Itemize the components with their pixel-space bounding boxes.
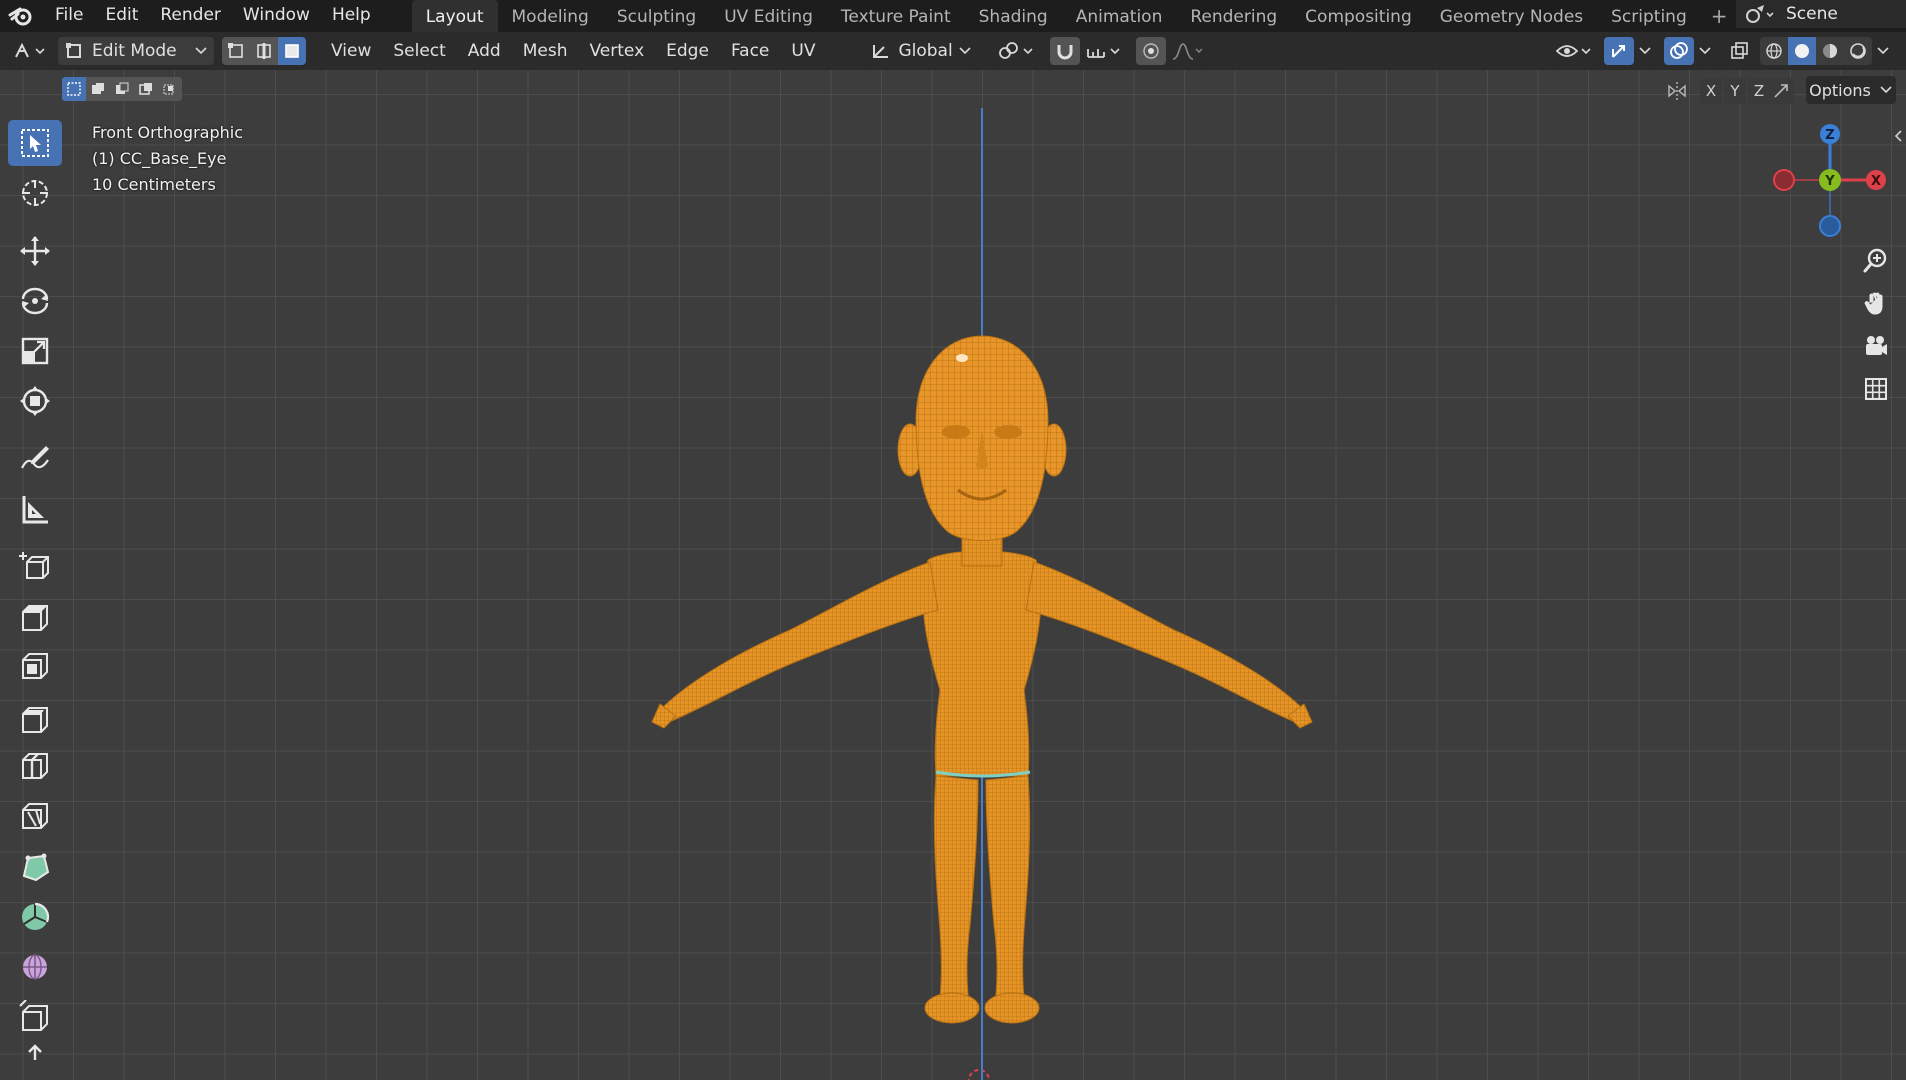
proportional-edit-icon bbox=[1143, 43, 1160, 59]
transform-orientation-dropdown[interactable]: Global bbox=[866, 37, 977, 65]
pivot-icon bbox=[999, 42, 1034, 59]
gizmo-dropdown[interactable] bbox=[1634, 37, 1656, 65]
workspace-tabs: Layout Modeling Sculpting UV Editing Tex… bbox=[411, 0, 1738, 32]
overlays-toggle[interactable] bbox=[1664, 37, 1694, 65]
face-select-icon bbox=[285, 44, 299, 58]
viewport-header: Edit Mode View Select Add Mesh Vertex Ed… bbox=[0, 32, 1906, 70]
chevron-down-icon bbox=[195, 47, 207, 55]
head-highlight bbox=[956, 354, 968, 362]
chevron-down-icon bbox=[1877, 47, 1889, 55]
vertex-select-icon bbox=[228, 43, 243, 58]
falloff-dropdown[interactable] bbox=[1168, 37, 1209, 65]
chevron-down-icon bbox=[1639, 47, 1651, 55]
shading-dropdown[interactable] bbox=[1872, 37, 1894, 65]
menu-edit[interactable]: Edit bbox=[94, 0, 149, 32]
xray-icon bbox=[1731, 42, 1748, 59]
proportional-edit-toggle[interactable] bbox=[1136, 37, 1167, 65]
shading-wireframe-button[interactable] bbox=[1760, 37, 1788, 65]
rendered-sphere-icon bbox=[1850, 43, 1866, 59]
tab-uv-editing[interactable]: UV Editing bbox=[710, 0, 827, 32]
menu-uv[interactable]: UV bbox=[780, 33, 826, 69]
right-arm bbox=[1025, 561, 1309, 725]
material-sphere-icon bbox=[1823, 44, 1837, 58]
magnet-icon bbox=[1057, 45, 1073, 60]
menu-select[interactable]: Select bbox=[382, 33, 456, 69]
tab-geometry-nodes[interactable]: Geometry Nodes bbox=[1426, 0, 1597, 32]
tab-rendering[interactable]: Rendering bbox=[1176, 0, 1291, 32]
blender-logo-icon[interactable] bbox=[8, 3, 34, 29]
tab-animation[interactable]: Animation bbox=[1062, 0, 1177, 32]
menu-help[interactable]: Help bbox=[321, 0, 382, 32]
menu-edge[interactable]: Edge bbox=[655, 33, 720, 69]
chevron-down-icon bbox=[1699, 47, 1711, 55]
mode-label: Edit Mode bbox=[92, 41, 177, 61]
menu-vertex[interactable]: Vertex bbox=[578, 33, 655, 69]
gizmo-toggle[interactable] bbox=[1604, 37, 1634, 65]
menu-view[interactable]: View bbox=[320, 33, 382, 69]
face-select-button[interactable] bbox=[278, 37, 306, 65]
overlays-icon bbox=[1670, 42, 1688, 59]
tab-shading[interactable]: Shading bbox=[965, 0, 1062, 32]
edit-mode-icon bbox=[66, 43, 81, 58]
top-menu-bar: File Edit Render Window Help Layout Mode… bbox=[0, 0, 1906, 32]
editor-type-icon bbox=[15, 42, 45, 58]
pivot-point-dropdown[interactable] bbox=[992, 37, 1041, 65]
left-eye bbox=[942, 425, 970, 439]
left-foot bbox=[924, 992, 980, 1024]
left-leg bbox=[933, 775, 979, 1013]
tab-layout[interactable]: Layout bbox=[411, 0, 498, 32]
scene-icon bbox=[1746, 5, 1774, 23]
menu-add[interactable]: Add bbox=[457, 33, 512, 69]
scene-name: Scene bbox=[1786, 4, 1838, 24]
shading-rendered-button[interactable] bbox=[1844, 37, 1872, 65]
gizmo-icon bbox=[1612, 45, 1625, 58]
edge-select-button[interactable] bbox=[250, 37, 278, 65]
menu-window[interactable]: Window bbox=[232, 0, 321, 32]
viewport-scene bbox=[651, 108, 1313, 1080]
falloff-icon bbox=[1173, 43, 1203, 60]
shading-solid-button[interactable] bbox=[1788, 37, 1816, 65]
tab-scripting[interactable]: Scripting bbox=[1597, 0, 1701, 32]
left-arm bbox=[655, 561, 939, 725]
solid-sphere-icon bbox=[1795, 44, 1809, 58]
menu-face[interactable]: Face bbox=[720, 33, 780, 69]
orientation-icon bbox=[873, 45, 889, 58]
chevron-down-icon bbox=[959, 47, 972, 55]
right-leg bbox=[985, 775, 1031, 1013]
tab-compositing[interactable]: Compositing bbox=[1291, 0, 1426, 32]
select-mode-group bbox=[222, 37, 306, 65]
right-eye bbox=[994, 425, 1022, 439]
scene-selector[interactable]: Scene bbox=[1736, 0, 1906, 28]
shading-material-button[interactable] bbox=[1816, 37, 1844, 65]
tab-modeling[interactable]: Modeling bbox=[498, 0, 603, 32]
overlays-dropdown[interactable] bbox=[1694, 37, 1716, 65]
vertex-select-button[interactable] bbox=[222, 37, 250, 65]
snap-increment-icon bbox=[1087, 48, 1121, 58]
add-workspace-button[interactable]: + bbox=[1701, 0, 1738, 32]
menu-render[interactable]: Render bbox=[149, 0, 232, 32]
edge-select-icon bbox=[257, 43, 271, 59]
wireframe-sphere-icon bbox=[1766, 43, 1782, 59]
menu-file[interactable]: File bbox=[44, 0, 94, 32]
eye-icon bbox=[1555, 45, 1591, 57]
tab-texture-paint[interactable]: Texture Paint bbox=[827, 0, 965, 32]
editor-type-button[interactable] bbox=[8, 37, 52, 65]
visibility-dropdown[interactable] bbox=[1552, 37, 1596, 65]
menu-mesh[interactable]: Mesh bbox=[512, 33, 579, 69]
snap-toggle[interactable] bbox=[1050, 37, 1081, 65]
xray-toggle[interactable] bbox=[1724, 37, 1754, 65]
tab-sculpting[interactable]: Sculpting bbox=[603, 0, 710, 32]
right-foot bbox=[984, 992, 1040, 1024]
orientation-label: Global bbox=[898, 41, 953, 61]
snap-target-dropdown[interactable] bbox=[1082, 37, 1127, 65]
torso bbox=[922, 550, 1042, 777]
mode-dropdown[interactable]: Edit Mode bbox=[58, 37, 214, 65]
